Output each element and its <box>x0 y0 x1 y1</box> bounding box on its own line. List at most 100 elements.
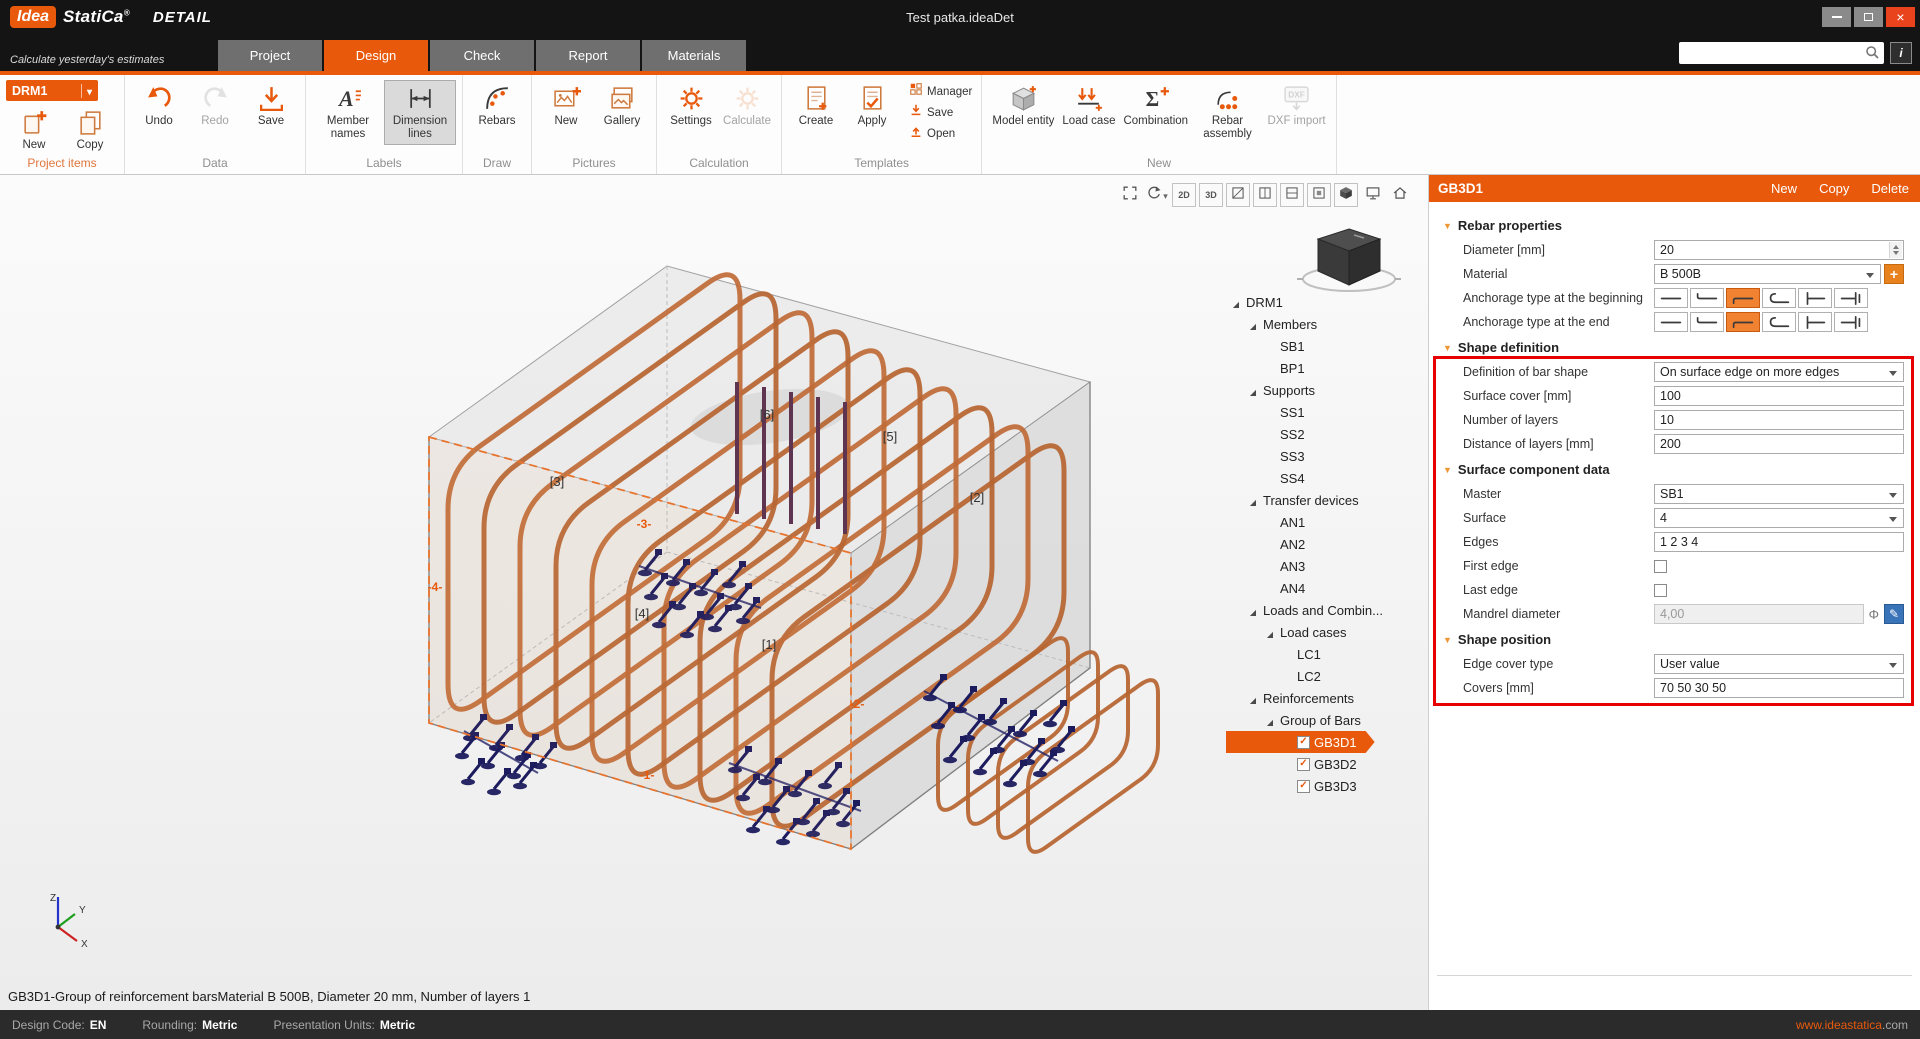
ribbon-button-copy[interactable]: Copy <box>62 104 118 156</box>
support-anchor[interactable] <box>461 779 475 785</box>
ribbon-button-rebars[interactable]: Rebars <box>469 80 525 132</box>
search-input[interactable] <box>1684 44 1864 62</box>
tree-checkbox[interactable] <box>1297 758 1310 771</box>
tree-item-ss4[interactable]: SS4 <box>1226 467 1305 489</box>
edit-mandrel-button[interactable] <box>1884 604 1904 624</box>
close-button[interactable]: × <box>1886 7 1915 27</box>
tree-item-sb1[interactable]: SB1 <box>1226 335 1305 357</box>
anchorage-type-option-1[interactable] <box>1654 312 1688 332</box>
anchorage-type-option-2[interactable] <box>1690 312 1724 332</box>
tree-item-ss1[interactable]: SS1 <box>1226 401 1305 423</box>
tab-report[interactable]: Report <box>536 40 640 71</box>
tree-item-reinforcements[interactable]: Reinforcements <box>1226 687 1354 709</box>
tree-item-an1[interactable]: AN1 <box>1226 511 1305 533</box>
info-button[interactable]: i <box>1890 42 1912 64</box>
tree-expander-icon[interactable] <box>1230 295 1242 310</box>
tree-item-an3[interactable]: AN3 <box>1226 555 1305 577</box>
edge-cover-type-select[interactable]: User value <box>1654 654 1904 674</box>
ribbon-button-load-case[interactable]: Load case <box>1058 80 1119 132</box>
ribbon-button-apply[interactable]: Apply <box>844 80 900 132</box>
support-anchor[interactable] <box>943 757 957 763</box>
fullscreen-button[interactable] <box>1118 183 1142 207</box>
support-anchor[interactable] <box>973 769 987 775</box>
3d-viewport[interactable]: [1][2][3][4][5][6]-1--2--3--4-ZYX 2D3D D… <box>0 175 1428 1010</box>
tree-expander-icon[interactable] <box>1264 713 1276 728</box>
ribbon-button-new[interactable]: New <box>538 80 594 132</box>
tree-checkbox[interactable] <box>1297 736 1310 749</box>
tree-expander-icon[interactable] <box>1264 625 1276 640</box>
bar-shape-definition-select[interactable]: On surface edge on more edges <box>1654 362 1904 382</box>
section-shape-position[interactable]: Shape position <box>1429 626 1920 652</box>
anchorage-type-option-3-selected[interactable] <box>1726 288 1760 308</box>
material-select[interactable]: B 500B <box>1654 264 1881 284</box>
rebar-loop-small[interactable] <box>1028 680 1158 852</box>
support-anchor[interactable] <box>983 719 997 725</box>
viewport-3d-button[interactable]: 3D <box>1199 183 1223 207</box>
ribbon-button-combination[interactable]: ΣCombination <box>1119 80 1191 132</box>
master-select[interactable]: SB1 <box>1654 484 1904 504</box>
ribbon-button-open[interactable]: Open <box>906 124 975 143</box>
anchorage-type-option-6[interactable] <box>1834 288 1868 308</box>
view-plane-3-button[interactable] <box>1280 183 1304 207</box>
section-shape-definition[interactable]: Shape definition <box>1429 334 1920 360</box>
tab-check[interactable]: Check <box>430 40 534 71</box>
tree-item-supports[interactable]: Supports <box>1226 379 1315 401</box>
tree-expander-icon[interactable] <box>1247 317 1259 332</box>
add-material-button[interactable]: + <box>1884 264 1904 284</box>
last-edge-checkbox[interactable] <box>1654 584 1667 597</box>
support-anchor[interactable] <box>455 753 469 759</box>
ribbon-button-dxf-import[interactable]: DXFDXF import <box>1263 80 1329 132</box>
mandrel-diameter-input[interactable]: 4,00 <box>1654 604 1864 624</box>
tree-item-bp1[interactable]: BP1 <box>1226 357 1305 379</box>
tree-item-transfer-devices[interactable]: Transfer devices <box>1226 489 1359 511</box>
anchorage-type-option-5[interactable] <box>1798 288 1832 308</box>
ribbon-button-dimension-lines[interactable]: Dimension lines <box>384 80 456 145</box>
support-anchor[interactable] <box>746 827 760 833</box>
tree-item-an4[interactable]: AN4 <box>1226 577 1305 599</box>
anchorage-type-option-2[interactable] <box>1690 288 1724 308</box>
number-of-layers-input[interactable]: 10 <box>1654 410 1904 430</box>
new-button[interactable]: New <box>1760 181 1808 196</box>
tree-item-drm1[interactable]: DRM1 <box>1226 291 1283 313</box>
edges-input[interactable]: 1 2 3 4 <box>1654 532 1904 552</box>
tree-item-lc1[interactable]: LC1 <box>1226 643 1321 665</box>
ribbon-button-calculate[interactable]: Calculate <box>719 80 775 132</box>
tree-item-gb3d3[interactable]: GB3D3 <box>1226 775 1357 797</box>
ribbon-button-save[interactable]: Save <box>243 80 299 132</box>
tree-item-lc2[interactable]: LC2 <box>1226 665 1321 687</box>
support-anchor[interactable] <box>776 839 790 845</box>
ribbon-button-undo[interactable]: Undo <box>131 80 187 132</box>
tree-item-ss3[interactable]: SS3 <box>1226 445 1305 467</box>
anchorage-type-option-1[interactable] <box>1654 288 1688 308</box>
ribbon-button-rebar-assembly[interactable]: Rebar assembly <box>1191 80 1263 145</box>
anchorage-type-option-5[interactable] <box>1798 312 1832 332</box>
support-anchor[interactable] <box>513 783 527 789</box>
ribbon-button-new[interactable]: New <box>6 104 62 156</box>
support-anchor[interactable] <box>953 707 967 713</box>
support-anchor[interactable] <box>1013 731 1027 737</box>
tree-item-loads-and-combin[interactable]: Loads and Combin... <box>1226 599 1383 621</box>
project-item-selector[interactable]: DRM1 <box>6 80 98 101</box>
diameter-spinner[interactable] <box>1889 242 1902 258</box>
search-box[interactable] <box>1679 42 1884 64</box>
diameter-input[interactable]: 20 <box>1654 240 1904 260</box>
support-anchor[interactable] <box>1033 771 1047 777</box>
distance-of-layers-input[interactable]: 200 <box>1654 434 1904 454</box>
tree-expander-icon[interactable] <box>1247 603 1259 618</box>
support-anchor[interactable] <box>487 789 501 795</box>
presentation-button[interactable] <box>1361 183 1385 207</box>
ribbon-button-save[interactable]: Save <box>906 103 975 122</box>
tab-materials[interactable]: Materials <box>642 40 746 71</box>
section-rebar-properties[interactable]: Rebar properties <box>1429 212 1920 238</box>
tree-expander-icon[interactable] <box>1247 691 1259 706</box>
first-edge-checkbox[interactable] <box>1654 560 1667 573</box>
support-anchor[interactable] <box>1043 721 1057 727</box>
minimize-button[interactable] <box>1822 7 1851 27</box>
cube-solid-button[interactable] <box>1334 183 1358 207</box>
surface-select[interactable]: 4 <box>1654 508 1904 528</box>
tree-item-members[interactable]: Members <box>1226 313 1317 335</box>
3d-scene[interactable]: [1][2][3][4][5][6]-1--2--3--4-ZYX <box>0 175 1428 1010</box>
tree-item-gb3d1[interactable]: GB3D1 <box>1226 731 1375 753</box>
surface-cover-input[interactable]: 100 <box>1654 386 1904 406</box>
tree-item-ss2[interactable]: SS2 <box>1226 423 1305 445</box>
